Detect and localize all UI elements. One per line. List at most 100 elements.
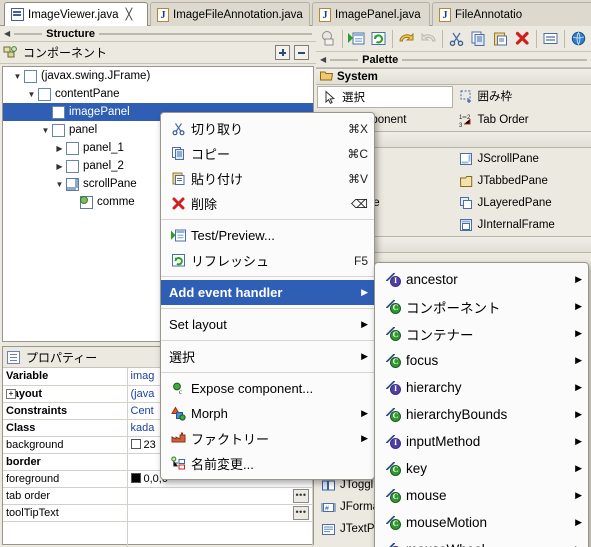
palette-item-label: JInternalFrame	[477, 219, 555, 231]
tab-imageviewer[interactable]: ImageViewer.java ╳	[4, 2, 148, 26]
undo-icon[interactable]	[396, 28, 417, 49]
palette-item-label: Tab Order	[477, 114, 529, 126]
ellipsis-button[interactable]: •••	[293, 488, 309, 503]
menu-separator	[161, 340, 374, 341]
menu-separator	[161, 219, 374, 220]
chevron-right-icon: ▶	[361, 433, 368, 443]
menu-item-delete[interactable]: 削除 ⌫	[161, 191, 374, 216]
tab-fileannotation[interactable]: J FileAnnotatio	[432, 2, 591, 26]
menu-item-factory[interactable]: ファクトリー ▶	[161, 426, 374, 451]
palette-item-jinternalframe[interactable]: JInternalFrame	[454, 214, 591, 236]
tab-label: ImageViewer.java	[28, 8, 119, 21]
submenu-item-mousemotion[interactable]: C mouseMotion ▶	[375, 509, 588, 536]
menu-item-label: Morph	[191, 406, 228, 421]
expand-icon[interactable]: +	[6, 388, 16, 399]
menu-item-expose-component[interactable]: c Expose component...	[161, 376, 374, 401]
editor-tab-bar: ImageViewer.java ╳ J ImageFileAnnotation…	[0, 0, 591, 26]
tree-node-label: panel	[69, 124, 98, 136]
submenu-item-hierarchy[interactable]: I hierarchy ▶	[375, 374, 588, 401]
chevron-down-icon[interactable]: ▼	[11, 72, 24, 81]
menu-item-test-preview[interactable]: Test/Preview...	[161, 223, 374, 248]
panel-icon	[24, 69, 37, 83]
submenu-item-mousewheel[interactable]: I mouseWheel ▶	[375, 536, 588, 547]
jformattedtextfield-icon: #	[321, 500, 336, 515]
menu-item-refresh[interactable]: リフレッシュ F5	[161, 248, 374, 273]
palette-item-marquee[interactable]: 囲み枠	[454, 85, 591, 107]
panel-icon	[52, 123, 65, 137]
menu-item-copy[interactable]: コピー ⌘C	[161, 141, 374, 166]
submenu-item-component[interactable]: C コンポーネント ▶	[375, 293, 588, 320]
new-component-icon[interactable]	[318, 28, 339, 49]
test-preview-icon[interactable]	[346, 28, 367, 49]
paste-icon[interactable]	[490, 28, 511, 49]
add-event-handler-submenu[interactable]: I ancestor ▶ C コンポーネント ▶ C コンテナー ▶ C foc…	[374, 262, 589, 547]
properties-icon[interactable]	[540, 28, 561, 49]
property-name: + Layout	[3, 385, 128, 403]
cut-icon[interactable]	[446, 28, 467, 49]
menu-separator	[161, 308, 374, 309]
ellipsis-button[interactable]: •••	[293, 505, 309, 520]
submenu-item-key[interactable]: C key ▶	[375, 455, 588, 482]
menu-item-shortcut: ⌘C	[347, 146, 368, 161]
menu-item-paste[interactable]: 貼り付け ⌘V	[161, 166, 374, 191]
chevron-right-icon: ▶	[575, 490, 582, 500]
menu-item-cut[interactable]: 切り取り ⌘X	[161, 116, 374, 141]
submenu-item-container[interactable]: C コンテナー ▶	[375, 320, 588, 347]
menu-item-morph[interactable]: Morph ▶	[161, 401, 374, 426]
collapse-arrow-icon[interactable]: ◀	[4, 29, 10, 38]
chevron-down-icon[interactable]: ▼	[53, 180, 66, 189]
palette-item-jlayeredpane[interactable]: JLayeredPane	[454, 192, 591, 214]
globe-icon[interactable]	[568, 28, 589, 49]
tree-actions	[275, 45, 313, 60]
property-row[interactable]: toolTipText •••	[3, 504, 313, 522]
chevron-right-icon[interactable]: ▶	[53, 162, 66, 171]
property-value[interactable]: •••	[127, 487, 313, 505]
submenu-item-focus[interactable]: C focus ▶	[375, 347, 588, 374]
collapse-arrow-icon[interactable]: ◀	[320, 55, 326, 64]
svg-text:c: c	[179, 388, 182, 396]
header-rule-right	[99, 32, 312, 35]
copy-icon[interactable]	[468, 28, 489, 49]
menu-item-select[interactable]: 選択 ▶	[161, 344, 374, 369]
delete-icon	[169, 196, 187, 211]
textarea-icon	[80, 195, 93, 209]
copy-icon	[169, 146, 187, 161]
collapse-all-button[interactable]	[294, 45, 309, 60]
palette-item-select[interactable]: 選択	[317, 86, 453, 108]
event-class-icon: C	[385, 407, 401, 422]
context-menu[interactable]: 切り取り ⌘X コピー ⌘C 貼り付け ⌘V 削除 ⌫ Test/Preview…	[160, 112, 375, 480]
toolbar-separator	[536, 29, 537, 48]
palette-item-jtabbedpane[interactable]: JTabbedPane	[454, 170, 591, 192]
submenu-item-hierarchybounds[interactable]: C hierarchyBounds ▶	[375, 401, 588, 428]
delete-icon[interactable]	[512, 28, 533, 49]
refresh-icon[interactable]	[368, 28, 389, 49]
menu-item-set-layout[interactable]: Set layout ▶	[161, 312, 374, 337]
tab-imagepanel[interactable]: J ImagePanel.java	[312, 2, 430, 26]
chevron-down-icon[interactable]: ▼	[25, 90, 38, 99]
tree-node-label: scrollPane	[83, 178, 137, 190]
tree-node[interactable]: ▼ contentPane	[3, 85, 313, 103]
property-row[interactable]: tab order •••	[3, 487, 313, 505]
close-icon[interactable]: ╳	[126, 8, 133, 21]
palette-item-jscrollpane[interactable]: JScrollPane	[454, 148, 591, 170]
menu-item-add-event-handler[interactable]: Add event handler ▶	[161, 280, 374, 305]
submenu-item-ancestor[interactable]: I ancestor ▶	[375, 266, 588, 293]
chevron-down-icon[interactable]: ▼	[39, 126, 52, 135]
tree-node[interactable]: ▼ (javax.swing.JFrame)	[3, 67, 313, 85]
menu-item-label: 選択	[169, 350, 196, 365]
submenu-item-inputmethod[interactable]: I inputMethod ▶	[375, 428, 588, 455]
paste-icon	[169, 171, 187, 186]
submenu-item-label: inputMethod	[406, 434, 481, 449]
submenu-item-mouse[interactable]: C mouse ▶	[375, 482, 588, 509]
tab-imagefileannotation[interactable]: J ImageFileAnnotation.java	[150, 2, 310, 26]
menu-item-label: 削除	[191, 197, 218, 212]
property-value[interactable]: •••	[127, 504, 313, 522]
factory-icon	[169, 431, 187, 446]
palette-item-tab-order[interactable]: 1 2 3 Tab Order	[454, 109, 591, 131]
event-class-icon: C	[385, 299, 401, 314]
expand-all-button[interactable]	[275, 45, 290, 60]
menu-separator	[161, 276, 374, 277]
menu-item-rename[interactable]: 名前変更...	[161, 451, 374, 476]
palette-section-system[interactable]: System	[316, 68, 591, 85]
chevron-right-icon[interactable]: ▶	[53, 144, 66, 153]
